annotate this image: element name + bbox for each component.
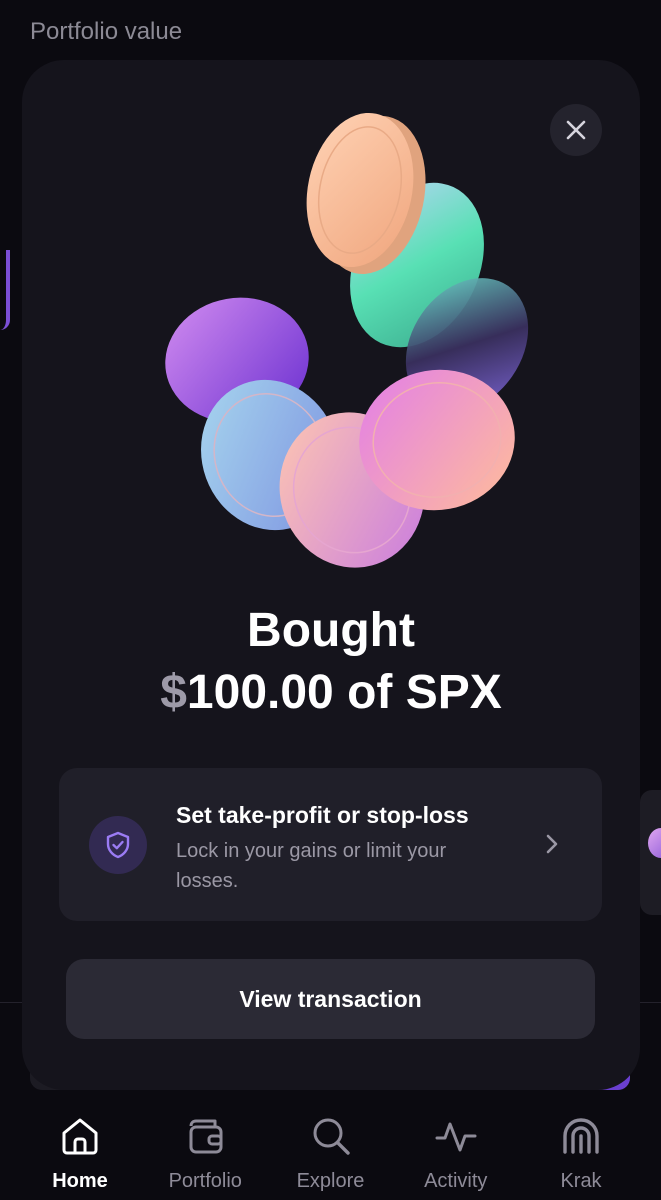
close-button[interactable] [550, 104, 602, 156]
nav-portfolio[interactable]: Portfolio [145, 1100, 265, 1200]
nav-krak-label: Krak [560, 1170, 602, 1192]
nav-activity[interactable]: Activity [396, 1100, 516, 1200]
close-icon [566, 120, 586, 140]
shield-icon-badge [89, 816, 147, 874]
shield-check-icon [106, 831, 130, 859]
nav-activity-label: Activity [424, 1170, 488, 1192]
coins-illustration [165, 112, 529, 568]
promo-subtitle: Lock in your gains or limit your losses. [176, 840, 447, 892]
home-icon [62, 1118, 98, 1155]
background-card-peek [640, 790, 661, 915]
nav-krak[interactable]: Krak [521, 1100, 641, 1200]
nav-portfolio-label: Portfolio [168, 1170, 242, 1192]
activity-icon [435, 1122, 477, 1152]
nav-home[interactable]: Home [20, 1100, 140, 1200]
headline-bought: Bought [247, 604, 415, 657]
krak-icon [563, 1118, 599, 1154]
search-icon [313, 1118, 350, 1155]
portfolio-value-label: Portfolio value [30, 18, 183, 45]
take-profit-stop-loss-card[interactable]: Set take-profit or stop-loss Lock in you… [59, 768, 602, 921]
currency-symbol: $ [160, 666, 187, 719]
promo-title: Set take-profit or stop-loss [176, 802, 469, 828]
nav-explore[interactable]: Explore [271, 1100, 391, 1200]
background-chart-line [0, 250, 10, 330]
purchase-headline: Bought $100.00 of SPX [22, 600, 640, 724]
view-transaction-button[interactable]: View transaction [66, 959, 595, 1039]
headline-amount-line: $100.00 of SPX [22, 662, 640, 724]
headline-amount: 100.00 of SPX [186, 666, 502, 719]
nav-home-label: Home [52, 1170, 108, 1192]
chevron-right-icon [546, 834, 558, 854]
bottom-navigation: Home Portfolio Explore Activity Krak [0, 1100, 661, 1200]
purchase-confirmation-modal: Bought $100.00 of SPX Set take-profit or… [22, 60, 640, 1090]
nav-explore-label: Explore [296, 1170, 365, 1192]
wallet-icon [189, 1119, 223, 1154]
